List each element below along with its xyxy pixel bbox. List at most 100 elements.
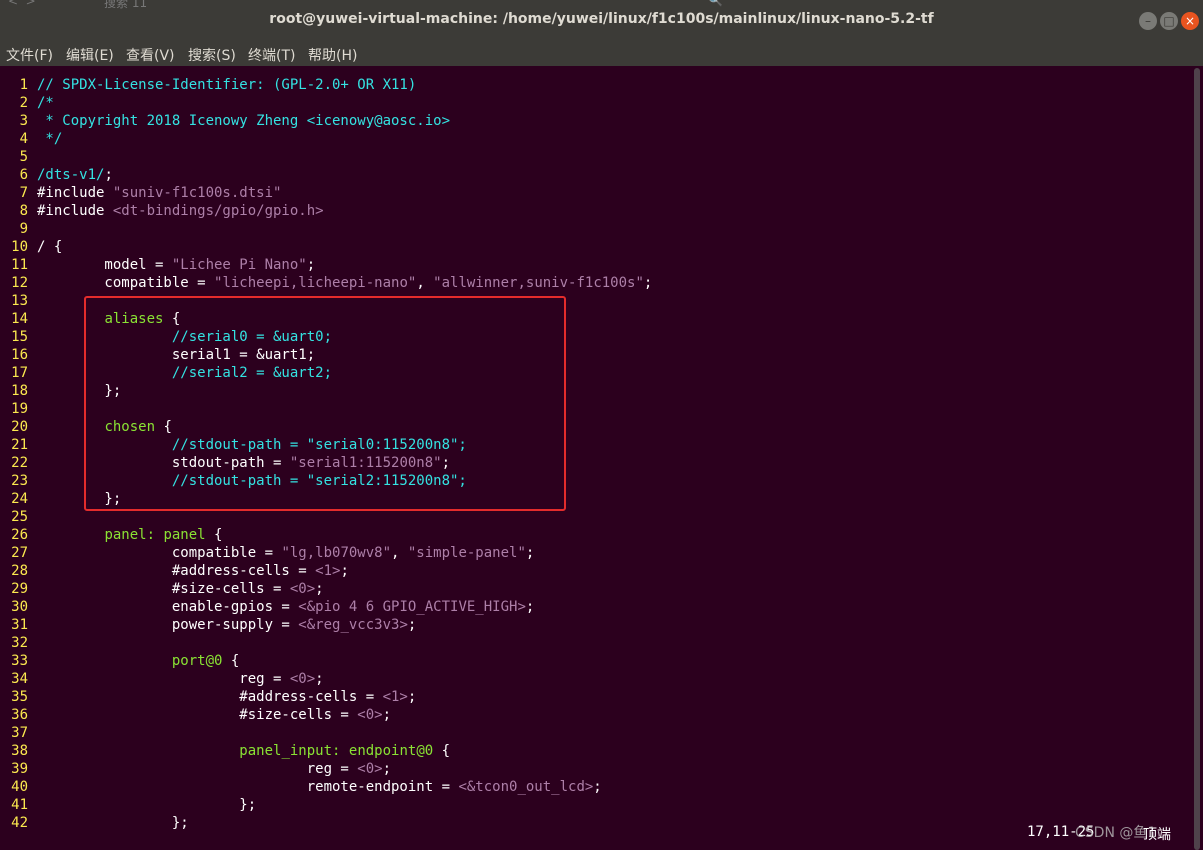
line-code: compatible = "licheepi,licheepi-nano", "… — [37, 274, 652, 292]
code-token: <0> — [357, 707, 383, 723]
code-token: remote-endpoint = — [37, 779, 459, 795]
code-token: }; — [37, 815, 189, 831]
code-token: , — [416, 275, 434, 291]
line-code: #size-cells = <0>; — [37, 580, 324, 598]
line-number: 8 — [19, 203, 28, 219]
line-number: 13 — [11, 293, 28, 309]
code-token: { — [205, 527, 223, 543]
window-titlebar[interactable]: < > 搜索 11 🔍 root@yuwei-virtual-machine: … — [0, 0, 1203, 40]
code-token: <0> — [289, 581, 316, 597]
menu-help[interactable]: 帮助(H) — [308, 45, 357, 65]
code-token: "lg,lb070wv8" — [281, 545, 392, 561]
line-number: 30 — [11, 599, 28, 615]
menu-search[interactable]: 搜索(S) — [188, 45, 236, 65]
menu-edit[interactable]: 编辑(E) — [66, 45, 114, 65]
window-title: root@yuwei-virtual-machine: /home/yuwei/… — [269, 11, 934, 27]
code-token: ; — [643, 275, 653, 291]
line-code: / { — [37, 238, 62, 256]
code-token: ; — [104, 167, 113, 183]
line-number: 40 — [11, 779, 28, 795]
line-number: 36 — [11, 707, 28, 723]
line-number: 6 — [19, 167, 28, 183]
line-number: 14 — [11, 311, 28, 327]
line-code: #include <dt-bindings/gpio/gpio.h> — [37, 202, 324, 220]
code-token: #address-cells = — [37, 563, 316, 579]
code-token: /dts-v1/ — [37, 167, 105, 183]
line-number: 4 — [19, 131, 28, 147]
line-number: 20 — [11, 419, 28, 435]
menu-terminal[interactable]: 终端(T) — [248, 45, 295, 65]
code-token: ; — [525, 545, 535, 561]
code-token: endpoint@0 — [348, 743, 434, 759]
line-code: reg = <0>; — [37, 670, 323, 688]
code-token: <&tcon0_out_lcd> — [458, 779, 594, 795]
line-number: 27 — [11, 545, 28, 561]
line-number: 12 — [11, 275, 28, 291]
code-token: <0> — [357, 761, 383, 777]
line-code: port@0 { — [37, 652, 239, 670]
highlight-box — [84, 296, 566, 511]
line-number: 26 — [11, 527, 28, 543]
code-token: { — [433, 743, 451, 759]
line-number: 10 — [11, 239, 28, 255]
line-code: // SPDX-License-Identifier: (GPL-2.0+ OR… — [37, 76, 416, 94]
code-token: port@0 — [171, 653, 223, 669]
code-token: reg = — [37, 671, 290, 687]
menu-file[interactable]: 文件(F) — [6, 45, 53, 65]
code-token: reg = — [37, 761, 358, 777]
line-number: 9 — [19, 221, 28, 237]
line-number: 3 — [19, 113, 28, 129]
line-code: enable-gpios = <&pio 4 6 GPIO_ACTIVE_HIG… — [37, 598, 534, 616]
code-token: ; — [315, 581, 324, 597]
code-token: "licheepi,licheepi-nano" — [214, 275, 417, 291]
line-number: 39 — [11, 761, 28, 777]
line-number: 31 — [11, 617, 28, 633]
code-token: ; — [382, 707, 392, 723]
ghost-tab-label: 搜索 11 — [104, 0, 148, 10]
code-token: <1> — [382, 689, 408, 705]
line-code: remote-endpoint = <&tcon0_out_lcd>; — [37, 778, 602, 796]
line-number: 1 — [19, 77, 28, 93]
code-token: / { — [37, 239, 63, 255]
menu-view[interactable]: 查看(V) — [126, 45, 175, 65]
line-code: panel: panel { — [37, 526, 222, 544]
line-number: 28 — [11, 563, 28, 579]
line-code: */ — [37, 130, 62, 148]
code-token: <1> — [315, 563, 341, 579]
line-number: 23 — [11, 473, 28, 489]
code-token: ; — [382, 761, 392, 777]
code-token: panel — [163, 527, 206, 543]
code-token: panel: — [104, 527, 156, 543]
code-token: enable-gpios = — [37, 599, 299, 615]
code-token: "Lichee Pi Nano" — [171, 257, 307, 273]
line-number: 19 — [11, 401, 28, 417]
line-number: 41 — [11, 797, 28, 813]
code-token: #size-cells = — [37, 581, 290, 597]
minimize-button[interactable]: – — [1139, 12, 1157, 30]
scroll-position: 顶端 — [1143, 827, 1171, 843]
code-token: // SPDX-License-Identifier: (GPL-2.0+ OR… — [37, 77, 417, 93]
code-token: { — [222, 653, 240, 669]
maximize-button[interactable]: □ — [1160, 12, 1178, 30]
code-token: /* — [37, 95, 54, 111]
close-button[interactable]: × — [1181, 12, 1199, 30]
line-code: * Copyright 2018 Icenowy Zheng <icenowy@… — [37, 112, 450, 130]
search-icon: 🔍 — [708, 0, 723, 7]
back-nav-icon: < > — [8, 0, 36, 8]
code-token: ; — [340, 563, 349, 579]
line-number: 32 — [11, 635, 28, 651]
code-token: ; — [407, 689, 417, 705]
line-code: #address-cells = <1>; — [37, 688, 416, 706]
line-number: 2 — [19, 95, 28, 111]
line-number: 5 — [19, 149, 28, 165]
scrollbar-thumb[interactable] — [1194, 68, 1200, 850]
code-token: ; — [306, 257, 316, 273]
line-code: /* — [37, 94, 54, 112]
code-token: , — [391, 545, 408, 561]
line-number: 25 — [11, 509, 28, 525]
code-token: ; — [593, 779, 602, 795]
line-number: 34 — [11, 671, 28, 687]
